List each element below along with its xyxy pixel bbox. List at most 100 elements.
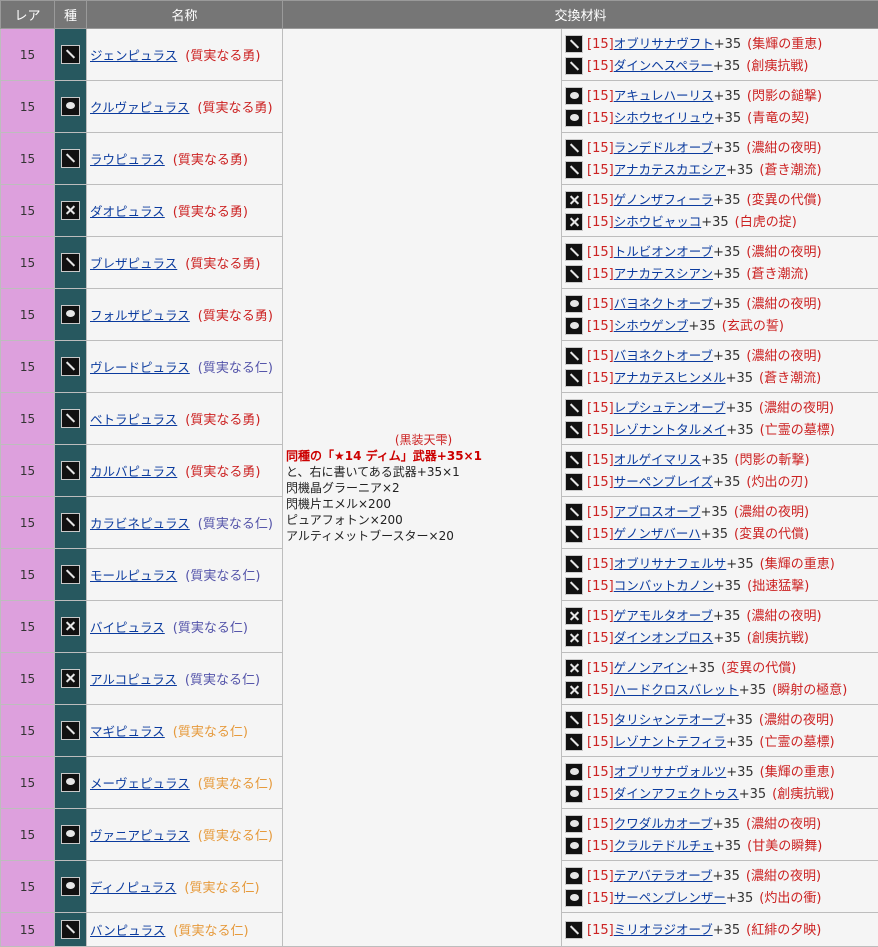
exchange-materials-cell: [15]オブリサナヴォルツ+35(集輝の重恵)[15]ダインアフェクトゥス+35…	[562, 757, 878, 809]
materials-line-1: 同種の「★14 ディム」武器+35×1	[286, 448, 561, 464]
material-link[interactable]: ダインヘスペラー	[614, 58, 713, 73]
material-link[interactable]: クワダルカオーブ	[614, 816, 713, 831]
sword-icon	[565, 57, 583, 75]
material-link[interactable]: レゾナントタルメイ	[614, 422, 727, 437]
weapon-name-link[interactable]: バイピュラス	[90, 620, 165, 635]
material-link[interactable]: サーペンブレイズ	[614, 474, 713, 489]
material-link[interactable]: アキュレハーリス	[614, 88, 714, 103]
material-link[interactable]: ゲアモルタオーブ	[614, 608, 713, 623]
material-link[interactable]: オルゲイマリス	[614, 452, 701, 467]
material-item: [15]サーペンブレンザー+35(灼出の衝)	[565, 887, 878, 909]
material-potential: (創痍抗戦)	[772, 787, 834, 802]
weapon-name-link[interactable]: メーヴェピュラス	[90, 776, 190, 791]
material-item: [15]コンバットカノン+35(拙速猛撃)	[565, 575, 878, 597]
material-link[interactable]: シホウビャッコ	[614, 214, 702, 229]
gunslash-icon	[61, 357, 80, 376]
weapon-name-cell: バンピュラス(質実なる仁)	[87, 913, 283, 947]
weapon-name-link[interactable]: ラウピュラス	[90, 152, 165, 167]
weapon-name-cell: ダオピュラス(質実なる勇)	[87, 185, 283, 237]
material-link[interactable]: サーペンブレンザー	[614, 890, 726, 905]
material-grind: +35	[713, 245, 740, 260]
material-grind: +35	[713, 923, 740, 938]
table-body: 15ジェンピュラス(質実なる勇)(黒装天雫)同種の「★14 ディム」武器+35×…	[1, 29, 878, 947]
material-potential: (濃紺の夜明)	[746, 141, 821, 156]
assault-rifle-icon	[565, 503, 583, 521]
partisan-icon	[61, 149, 80, 168]
material-grind: +35	[726, 423, 753, 438]
material-link[interactable]: コンバットカノン	[614, 578, 714, 593]
weapon-name-link[interactable]: モールピュラス	[90, 568, 177, 583]
exchange-materials-cell: [15]ゲノンザフィーラ+35(変異の代償)[15]シホウビャッコ+35(白虎の…	[562, 185, 878, 237]
material-link[interactable]: バヨネクトオーブ	[614, 348, 713, 363]
weapon-name-link[interactable]: ダオピュラス	[90, 204, 165, 219]
material-link[interactable]: ランデドルオーブ	[614, 140, 713, 155]
quality-label: (質実なる勇)	[197, 101, 272, 116]
weapon-name-cell: カラビネピュラス(質実なる仁)	[87, 497, 283, 549]
weapon-name-cell: ジェンピュラス(質実なる勇)	[87, 29, 283, 81]
material-rarity: [15]	[587, 245, 614, 260]
weapon-name-link[interactable]: ブレザピュラス	[90, 256, 177, 271]
exchange-materials-cell: [15]オブリサナヴフト+35(集輝の重恵)[15]ダインヘスペラー+35(創痍…	[562, 29, 878, 81]
weapon-name-link[interactable]: バンピュラス	[90, 923, 165, 938]
double-saber-icon	[565, 317, 583, 335]
material-link[interactable]: テアバテラオーブ	[614, 868, 713, 883]
rarity-cell: 15	[1, 861, 55, 913]
material-link[interactable]: アブロスオーブ	[614, 504, 701, 519]
material-link[interactable]: クラルテドルチェ	[614, 838, 714, 853]
table-header-row: レア 種 名称 交換材料	[1, 1, 878, 29]
jet-boots-icon	[61, 877, 80, 896]
material-potential: (創痍抗戦)	[746, 59, 808, 74]
material-grind: +35	[726, 163, 753, 178]
material-link[interactable]: ダインアフェクトゥス	[614, 786, 739, 801]
quality-label: (質実なる仁)	[198, 777, 273, 792]
gunslash-icon	[565, 369, 583, 387]
material-link[interactable]: バヨネクトオーブ	[614, 296, 713, 311]
material-potential: (濃紺の夜明)	[759, 401, 834, 416]
material-link[interactable]: オブリサナヴフト	[614, 36, 714, 51]
material-link[interactable]: ゲノンアイン	[614, 660, 688, 675]
material-link[interactable]: アナカテスヒンメル	[614, 370, 726, 385]
dual-blades-icon	[61, 201, 80, 220]
wand-icon	[61, 825, 80, 844]
weapon-name-link[interactable]: マギピュラス	[90, 724, 165, 739]
weapon-name-link[interactable]: ヴレードピュラス	[90, 360, 190, 375]
weapon-name-link[interactable]: クルヴァピュラス	[90, 100, 189, 115]
material-link[interactable]: オブリサナヴォルツ	[614, 764, 727, 779]
material-link[interactable]: ゲノンザバーハ	[614, 526, 701, 541]
weapon-name-link[interactable]: ベトラピュラス	[90, 412, 177, 427]
material-link[interactable]: ミリオラジオーブ	[614, 922, 713, 937]
material-link[interactable]: アナカテスカエシア	[614, 162, 726, 177]
material-link[interactable]: タリシャンテオーブ	[614, 712, 726, 727]
material-item: [15]ダインアフェクトゥス+35(創痍抗戦)	[565, 783, 878, 805]
material-potential: (集輝の重恵)	[760, 557, 835, 572]
rod-icon	[61, 721, 80, 740]
weapon-type-cell	[55, 289, 87, 341]
weapon-name-link[interactable]: カルバピュラス	[90, 464, 177, 479]
material-rarity: [15]	[587, 37, 614, 52]
weapon-name-link[interactable]: フォルザピュラス	[90, 308, 190, 323]
material-link[interactable]: レプシュテンオーブ	[614, 400, 726, 415]
rarity-cell: 15	[1, 185, 55, 237]
material-link[interactable]: オブリサナフェルサ	[614, 556, 727, 571]
material-link[interactable]: ゲノンザフィーラ	[614, 192, 713, 207]
material-link[interactable]: ダインオンブロス	[614, 630, 714, 645]
material-link[interactable]: アナカテスシアン	[614, 266, 713, 281]
exchange-materials-cell: [15]ゲノンアイン+35(変異の代償)[15]ハードクロスバレット+35(瞬射…	[562, 653, 878, 705]
material-link[interactable]: ハードクロスバレット	[614, 682, 739, 697]
knuckle-icon	[565, 109, 583, 127]
weapon-name-link[interactable]: ディノピュラス	[90, 880, 176, 895]
bullet-bow-icon	[61, 669, 80, 688]
material-grind: +35	[701, 527, 728, 542]
launcher-icon	[61, 565, 80, 584]
material-link[interactable]: レゾナントテフィラ	[614, 734, 726, 749]
weapon-name-link[interactable]: ジェンピュラス	[90, 48, 177, 63]
weapon-name-link[interactable]: カラビネピュラス	[90, 516, 190, 531]
material-link[interactable]: トルビオンオーブ	[614, 244, 713, 259]
bullet-bow-icon	[565, 681, 583, 699]
material-link[interactable]: シホウセイリュウ	[614, 110, 714, 125]
weapon-name-link[interactable]: ヴァニアピュラス	[90, 828, 190, 843]
material-rarity: [15]	[587, 787, 614, 802]
knuckle-icon	[565, 87, 583, 105]
weapon-name-link[interactable]: アルコピュラス	[90, 672, 177, 687]
material-link[interactable]: シホウゲンブ	[614, 318, 689, 333]
